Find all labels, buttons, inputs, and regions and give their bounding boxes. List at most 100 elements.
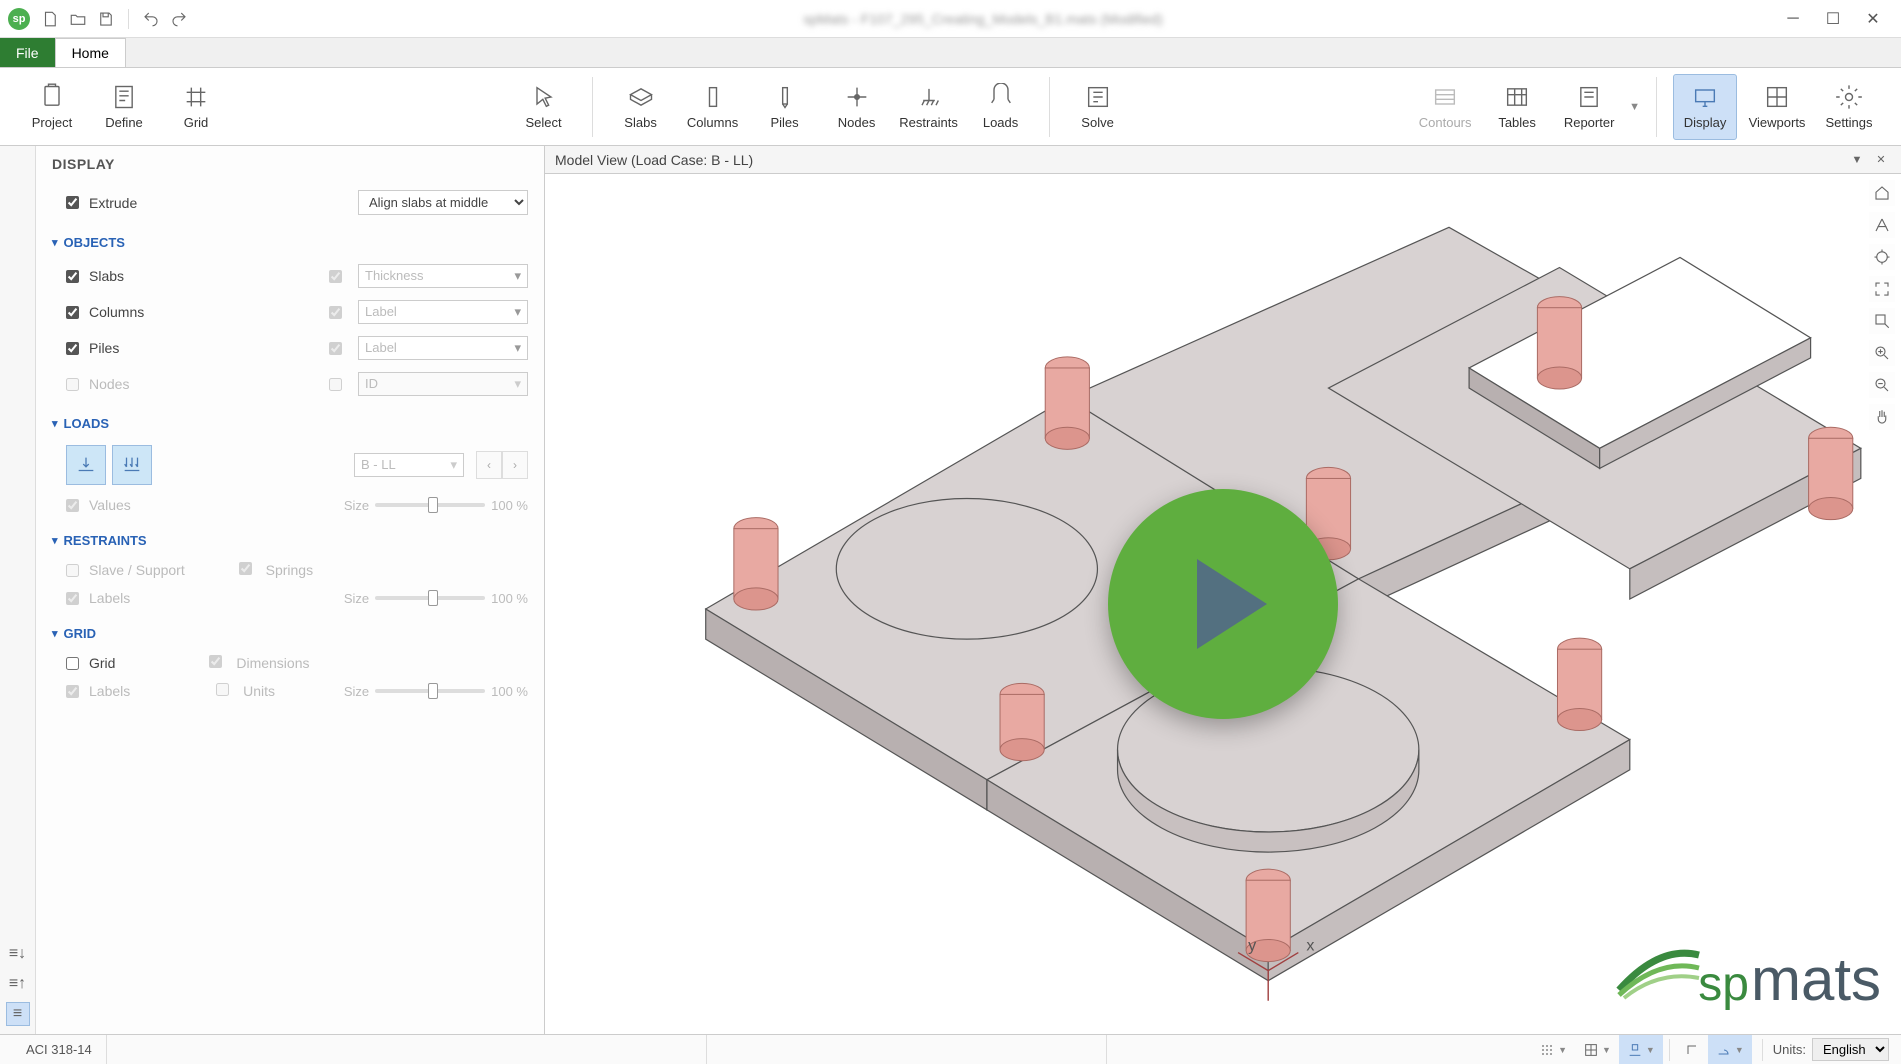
new-file-icon[interactable] <box>36 5 64 33</box>
load-prev-button[interactable]: ‹ <box>476 451 502 479</box>
viewport-menu-icon[interactable]: ▼ <box>1847 150 1867 170</box>
status-bar: ACI 318-14 ▼ ▼ ▼ ▼ Units: English <box>0 1034 1901 1064</box>
select-button[interactable]: Select <box>512 74 576 140</box>
grid-labels-row: Labels Units Size 100 % <box>52 677 528 705</box>
extrude-checkbox[interactable] <box>66 196 79 209</box>
axes-icon[interactable] <box>1869 212 1895 238</box>
sb-angle-icon[interactable]: ▼ <box>1708 1035 1752 1064</box>
sb-grid-lines-icon[interactable]: ▼ <box>1575 1035 1619 1064</box>
loads-label: Loads <box>983 115 1018 130</box>
reporter-dropdown-icon[interactable]: ▼ <box>1629 74 1640 140</box>
load-area-icon[interactable] <box>112 445 152 485</box>
tab-file[interactable]: File <box>0 38 55 67</box>
viewport-title-bar: Model View (Load Case: B - LL) ▼ ✕ <box>545 146 1901 174</box>
minimize-button[interactable]: ─ <box>1773 5 1813 33</box>
save-icon[interactable] <box>92 5 120 33</box>
reporter-button[interactable]: Reporter <box>1557 74 1621 140</box>
logo-mats: mats <box>1751 945 1881 1014</box>
restraints-labels-label: Labels <box>89 590 130 606</box>
rotate-icon[interactable] <box>1869 244 1895 270</box>
close-button[interactable]: ✕ <box>1853 5 1893 33</box>
units-label: Units <box>243 683 275 699</box>
undo-icon[interactable] <box>137 5 165 33</box>
project-button[interactable]: Project <box>20 74 84 140</box>
size-label-2: Size <box>344 591 369 606</box>
piles-row: Piles Label ▾ <box>52 330 528 366</box>
slabs-select[interactable]: Thickness ▾ <box>358 264 528 288</box>
section-objects[interactable]: ▾OBJECTS <box>52 235 528 250</box>
redo-icon[interactable] <box>165 5 193 33</box>
zoom-in-icon[interactable] <box>1869 340 1895 366</box>
viewports-label: Viewports <box>1749 115 1806 130</box>
nodes-select: ID ▾ <box>358 372 528 396</box>
piles-button[interactable]: Piles <box>753 74 817 140</box>
tables-button[interactable]: Tables <box>1485 74 1549 140</box>
tab-home[interactable]: Home <box>55 38 126 67</box>
grid-size-slider[interactable] <box>375 689 485 693</box>
maximize-button[interactable]: ☐ <box>1813 5 1853 33</box>
divider <box>128 9 129 29</box>
open-file-icon[interactable] <box>64 5 92 33</box>
display-button[interactable]: Display <box>1673 74 1737 140</box>
strip-sort-desc-icon[interactable]: ≡↓ <box>6 942 30 966</box>
solve-button[interactable]: Solve <box>1066 74 1130 140</box>
display-label: Display <box>1684 115 1727 130</box>
strip-list-icon[interactable]: ≡ <box>6 1002 30 1026</box>
sb-ortho-icon[interactable] <box>1676 1035 1708 1064</box>
pan-icon[interactable] <box>1869 404 1895 430</box>
zoom-window-icon[interactable] <box>1869 308 1895 334</box>
section-grid[interactable]: ▾GRID <box>52 626 528 641</box>
nodes-label: Nodes <box>838 115 876 130</box>
columns-button[interactable]: Columns <box>681 74 745 140</box>
piles-select[interactable]: Label ▾ <box>358 336 528 360</box>
project-label: Project <box>32 115 72 130</box>
section-objects-label: OBJECTS <box>64 235 125 250</box>
loads-icons-row: B - LL ▾ ‹ › <box>52 439 528 491</box>
restraints-size-slider[interactable] <box>375 596 485 600</box>
loads-button[interactable]: Loads <box>969 74 1033 140</box>
sb-grid-dots-icon[interactable]: ▼ <box>1531 1035 1575 1064</box>
logo-sp: sp <box>1698 957 1749 1012</box>
load-next-button[interactable]: › <box>502 451 528 479</box>
slave-label: Slave / Support <box>89 562 185 578</box>
section-grid-label: GRID <box>64 626 97 641</box>
restraints-button[interactable]: Restraints <box>897 74 961 140</box>
piles-sec-checkbox <box>329 342 342 355</box>
define-button[interactable]: Define <box>92 74 156 140</box>
nodes-sec-checkbox <box>329 378 342 391</box>
fit-icon[interactable] <box>1869 276 1895 302</box>
strip-sort-asc-icon[interactable]: ≡↑ <box>6 972 30 996</box>
size-slider[interactable] <box>375 503 485 507</box>
design-code: ACI 318-14 <box>12 1035 107 1064</box>
load-point-icon[interactable] <box>66 445 106 485</box>
zoom-out-icon[interactable] <box>1869 372 1895 398</box>
grid-checkbox[interactable] <box>66 657 79 670</box>
section-restraints[interactable]: ▾RESTRAINTS <box>52 533 528 548</box>
display-panel: DISPLAY Extrude Align slabs at middle ▾O… <box>36 146 544 1034</box>
align-select[interactable]: Align slabs at middle <box>358 190 528 215</box>
section-loads[interactable]: ▾LOADS <box>52 416 528 431</box>
columns-checkbox[interactable] <box>66 306 79 319</box>
viewport-close-icon[interactable]: ✕ <box>1871 150 1891 170</box>
units-select[interactable]: English <box>1812 1038 1889 1061</box>
settings-button[interactable]: Settings <box>1817 74 1881 140</box>
status-empty-2 <box>707 1035 1107 1064</box>
nodes-button[interactable]: Nodes <box>825 74 889 140</box>
restraints-label: Restraints <box>899 115 958 130</box>
slave-row: Slave / Support Springs <box>52 556 528 584</box>
slabs-button[interactable]: Slabs <box>609 74 673 140</box>
model-canvas[interactable]: x y spmats <box>545 174 1901 1034</box>
piles-checkbox[interactable] <box>66 342 79 355</box>
grid-button[interactable]: Grid <box>164 74 228 140</box>
home-view-icon[interactable] <box>1869 180 1895 206</box>
sb-snap-icon[interactable]: ▼ <box>1619 1035 1663 1064</box>
play-button[interactable] <box>1108 489 1338 719</box>
viewport: Model View (Load Case: B - LL) ▼ ✕ <box>545 146 1901 1034</box>
viewports-button[interactable]: Viewports <box>1745 74 1809 140</box>
axis-x-label: x <box>1306 937 1314 955</box>
columns-select[interactable]: Label ▾ <box>358 300 528 324</box>
load-case-select[interactable]: B - LL ▾ <box>354 453 464 477</box>
size-value-3: 100 % <box>491 684 528 699</box>
slabs-checkbox[interactable] <box>66 270 79 283</box>
nodes-checkbox <box>66 378 79 391</box>
